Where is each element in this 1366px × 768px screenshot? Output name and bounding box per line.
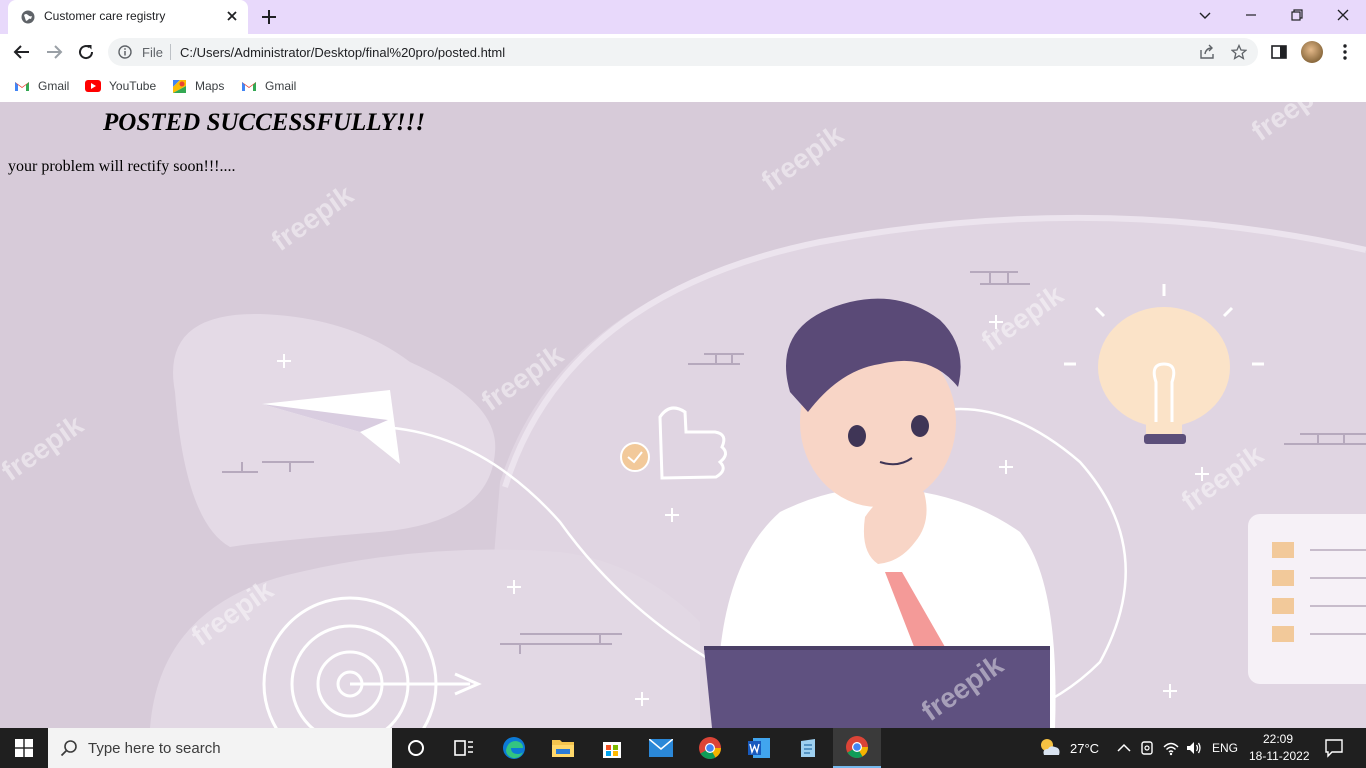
bookmark-label: Gmail [265,79,297,93]
start-button[interactable] [0,728,48,768]
new-tab-icon[interactable] [260,8,278,26]
globe-icon [21,10,35,24]
chevron-down-icon [1199,12,1211,19]
divider [170,44,171,60]
task-view-icon [408,740,424,756]
clock-time[interactable]: 22:09 [1263,732,1293,746]
bookmark-maps[interactable]: Maps [172,77,224,95]
mail-icon [649,739,673,757]
star-icon[interactable] [1231,44,1247,60]
address-bar[interactable]: File C:/Users/Administrator/Desktop/fina… [108,38,1258,66]
weather-icon[interactable] [1038,736,1062,758]
browser-toolbar: File C:/Users/Administrator/Desktop/fina… [0,34,1366,70]
taskbar-app-mail[interactable] [637,728,685,768]
chrome-icon [699,737,721,759]
widgets-icon [454,740,473,756]
meet-now-icon[interactable] [1139,739,1157,757]
search-input: Type here to search [88,740,221,757]
watermark-text: freepik [0,409,89,487]
taskbar-app-microsoft-store[interactable] [588,728,636,768]
bookmark-label: Gmail [38,79,70,93]
edge-icon [503,737,525,759]
arrow-left-icon [13,45,29,59]
taskbar-app-notepad[interactable] [784,728,832,768]
bookmark-youtube[interactable]: YouTube [85,77,156,95]
url-text[interactable]: C:/Users/Administrator/Desktop/final%20p… [180,45,505,60]
bookmark-gmail[interactable]: Gmail [241,77,296,95]
bookmark-gmail[interactable]: Gmail [14,77,69,95]
background-illustration: freepik freepik freepik freepik freepik … [0,102,1366,728]
menu-icon[interactable] [1336,43,1354,61]
chrome-icon [846,736,868,758]
close-icon[interactable] [224,8,240,24]
browser-tab[interactable]: Customer care registry [8,0,248,34]
restore-button[interactable] [1274,0,1320,30]
restore-icon [1291,9,1303,21]
chevron-up-icon[interactable] [1115,739,1133,757]
clock-date[interactable]: 18-11-2022 [1249,749,1310,763]
watermark-text: freepik [266,179,359,257]
taskbar-app-chrome[interactable] [686,728,734,768]
tab-search-button[interactable] [1182,0,1228,30]
reload-icon [79,45,94,60]
youtube-icon [85,80,101,92]
search-icon [60,740,77,757]
minimize-button[interactable] [1228,0,1274,30]
share-icon[interactable] [1199,44,1215,60]
side-panel-icon[interactable] [1270,43,1288,61]
page-content: freepik freepik freepik freepik freepik … [0,102,1366,728]
bookmarks-bar: Gmail YouTube Maps Gmail [0,70,1366,102]
scheme-label: File [142,45,163,60]
forward-button[interactable] [42,40,66,64]
bookmark-label: YouTube [109,79,157,93]
taskbar: Type here to search 27°C ENG 22:09 18-11… [0,728,1366,768]
volume-icon[interactable] [1185,739,1203,757]
close-window-button[interactable] [1320,0,1366,30]
weather-temperature[interactable]: 27°C [1070,741,1099,756]
task-view-button[interactable] [392,728,440,768]
language-indicator[interactable]: ENG [1212,741,1238,755]
folder-icon [552,740,574,757]
taskbar-search[interactable]: Type here to search [48,728,392,768]
page-title: POSTED SUCCESSFULLY!!! [103,109,426,136]
reload-button[interactable] [74,40,98,64]
watermark-text: freepik [1246,102,1339,147]
info-icon[interactable] [118,45,132,59]
gmail-icon [15,82,29,91]
notification-icon[interactable] [1324,738,1344,758]
wifi-icon[interactable] [1162,739,1180,757]
bookmark-label: Maps [195,79,225,93]
avatar[interactable] [1301,41,1323,63]
taskbar-app-edge[interactable] [490,728,538,768]
back-button[interactable] [10,40,34,64]
minimize-icon [1246,14,1256,16]
tab-strip: Customer care registry [0,0,1366,34]
store-icon [603,742,621,758]
taskbar-app-file-explorer[interactable] [539,728,587,768]
windows-icon [15,739,33,757]
widgets-button[interactable] [440,728,488,768]
tab-title: Customer care registry [44,9,166,23]
notepad-icon [801,739,815,757]
gmail-icon [242,82,256,91]
arrow-right-icon [47,45,63,59]
status-message: your problem will rectify soon!!!.... [8,158,236,175]
maps-icon [173,79,186,93]
taskbar-app-word[interactable] [735,728,783,768]
taskbar-app-chrome-active[interactable] [833,728,881,768]
word-icon [748,738,770,758]
watermark-text: freepik [756,119,849,197]
close-icon [1337,9,1349,21]
